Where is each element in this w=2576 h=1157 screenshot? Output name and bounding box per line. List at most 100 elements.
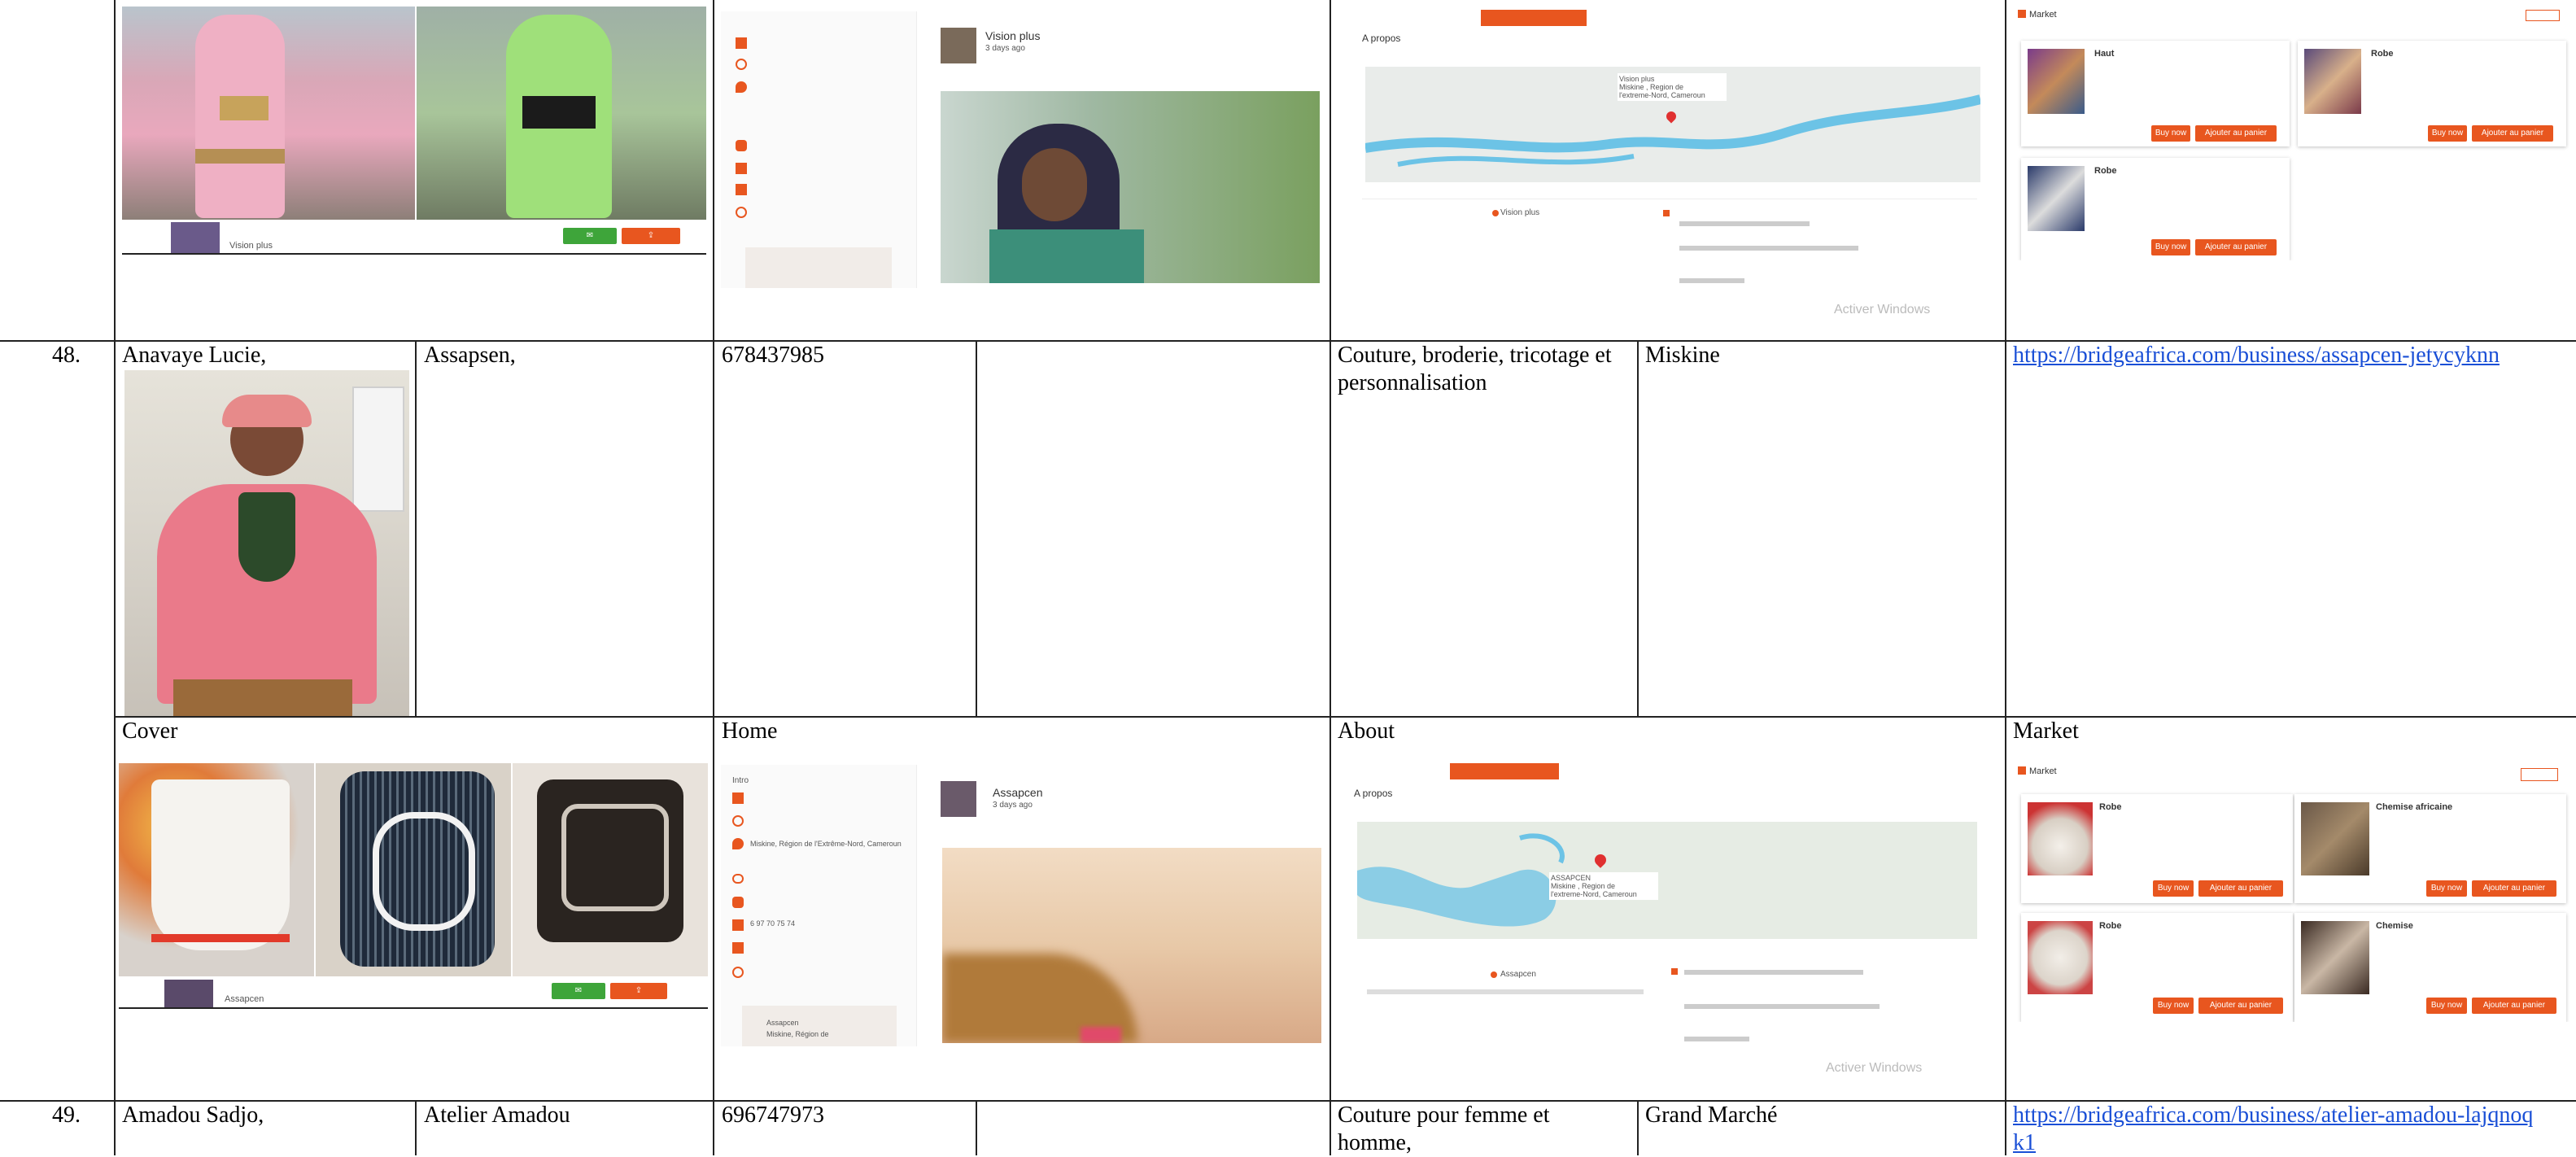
business-name: Assapsen,: [424, 343, 516, 368]
business-link[interactable]: https://bridgeafrica.com/business/assapc…: [2013, 342, 2500, 369]
buy-now-button[interactable]: Buy now: [2153, 880, 2194, 897]
home-post-address: Miskine, Région de: [766, 1030, 829, 1038]
cover-photo-striped-top: [316, 763, 511, 976]
product-name: Robe: [2094, 166, 2117, 176]
home-screenshot-top: Vision plus 3 days ago: [721, 11, 1321, 288]
owner-photo: [124, 370, 409, 716]
home-phone: 6 97 70 75 74: [750, 919, 796, 928]
buy-now-button[interactable]: Buy now: [2151, 125, 2190, 142]
add-to-cart-button[interactable]: Ajouter au panier: [2195, 239, 2277, 255]
pin-icon: [732, 838, 744, 849]
clock-icon: [732, 967, 744, 978]
home-avatar: [941, 781, 976, 817]
tab-about[interactable]: [1450, 763, 1559, 779]
add-to-cart-button[interactable]: Ajouter au panier: [2195, 125, 2277, 142]
cover-page-name: Assapcen: [225, 994, 264, 1004]
buy-now-button[interactable]: Buy now: [2428, 125, 2467, 142]
home-page-name: Vision plus: [985, 29, 1041, 42]
envelope-icon: [736, 37, 747, 49]
about-tabbar: [1362, 763, 1989, 779]
envelope-icon: [732, 792, 744, 804]
cover-label: Cover: [122, 718, 178, 744]
buy-now-button[interactable]: Buy now: [2426, 880, 2467, 897]
home-screenshot-bottom: Intro Miskine, Région de l'Extrême-Nord,…: [721, 765, 1321, 1046]
users-icon: [732, 897, 744, 908]
about-tabbar: [1362, 10, 1989, 26]
product-name: Haut: [2094, 49, 2115, 59]
activity: Couture, broderie, tricotage et personna…: [1338, 343, 1612, 395]
about-name: Vision plus: [1500, 208, 1540, 217]
cover-avatar: [164, 980, 213, 1007]
product-name: Chemise africaine: [2376, 802, 2453, 812]
activate-windows-watermark: Activer Windows: [1826, 1061, 1923, 1075]
map-popup: Vision plus Miskine , Region de l'extrem…: [1618, 73, 1727, 101]
phone-number: 696747973: [722, 1102, 824, 1128]
home-post-name: Assapcen: [766, 1019, 799, 1027]
home-post-photo: [941, 91, 1320, 283]
business-link[interactable]: https://bridgeafrica.com/business/atelie…: [2013, 1102, 2542, 1157]
buy-now-button[interactable]: Buy now: [2153, 998, 2194, 1014]
market-title: Market: [2029, 10, 2057, 20]
row-number: 48.: [52, 343, 81, 368]
product-name: Robe: [2371, 49, 2394, 59]
cover-page-name: Vision plus: [229, 241, 273, 251]
add-to-cart-button[interactable]: Ajouter au panier: [2472, 125, 2553, 142]
home-intro: Intro: [732, 776, 749, 785]
home-post-photo: [942, 848, 1321, 1043]
cover-photo-pink-dress: [122, 7, 415, 220]
product-card-4[interactable]: Chemise Buy now Ajouter au panier: [2294, 913, 2566, 1022]
message-button[interactable]: ✉: [563, 228, 617, 244]
product-card-1[interactable]: Robe Buy now Ajouter au panier: [2021, 794, 2293, 903]
phone-number: 678437985: [722, 343, 824, 368]
product-name: Robe: [2099, 802, 2122, 812]
phone-icon: [732, 919, 744, 931]
cover-avatar: [171, 222, 220, 255]
share-button[interactable]: ⇪: [622, 228, 680, 244]
phone-icon: [736, 163, 747, 174]
share-button[interactable]: ⇪: [610, 983, 667, 999]
market-screenshot-bottom: Market Robe Buy now Ajouter au panier Ch…: [2013, 765, 2569, 1022]
market-title: Market: [2029, 766, 2057, 776]
product-card-2[interactable]: Chemise africaine Buy now Ajouter au pan…: [2294, 794, 2566, 903]
product-name: Robe: [2099, 921, 2122, 931]
market-screenshot-top: Market Haut Buy now Ajouter au panier Ro…: [2013, 8, 2569, 260]
cover-photo-white-skirt: [119, 763, 314, 976]
buy-now-button[interactable]: Buy now: [2151, 239, 2190, 255]
add-to-cart-button[interactable]: Ajouter au panier: [2198, 998, 2283, 1014]
cover-photo-black-top: [513, 763, 708, 976]
cover-screenshot-top: Vision plus ✉ ⇪: [122, 7, 706, 255]
add-to-cart-button[interactable]: Ajouter au panier: [2472, 998, 2556, 1014]
envelope-icon: [736, 184, 747, 195]
buy-now-button[interactable]: Buy now: [2426, 998, 2467, 1014]
about-map[interactable]: ASSAPCEN Miskine , Region de l'extreme-N…: [1357, 822, 1977, 939]
about-name: Assapcen: [1500, 970, 1536, 979]
owner-name: Anavaye Lucie,: [122, 343, 267, 368]
location: Miskine: [1645, 343, 1720, 368]
about-heading: A propos: [1362, 33, 1401, 44]
message-button[interactable]: ✉: [552, 983, 605, 999]
search-icon: [732, 815, 744, 827]
tab-about[interactable]: [1481, 10, 1587, 26]
activate-windows-watermark: Activer Windows: [1834, 303, 1931, 317]
product-card-3[interactable]: Robe Buy now Ajouter au panier: [2021, 158, 2290, 260]
home-avatar: [941, 28, 976, 63]
add-to-cart-button[interactable]: Ajouter au panier: [2198, 880, 2283, 897]
home-address: Miskine, Région de l'Extrême-Nord, Camer…: [750, 840, 902, 848]
about-map[interactable]: Vision plus Miskine , Region de l'extrem…: [1365, 67, 1980, 182]
activity: Couture pour femme et homme,: [1338, 1102, 1550, 1155]
market-label: Market: [2013, 718, 2079, 744]
search-icon: [736, 59, 747, 70]
business-name: Atelier Amadou: [424, 1102, 570, 1128]
about-heading: A propos: [1354, 788, 1393, 799]
product-card-3[interactable]: Robe Buy now Ajouter au panier: [2021, 913, 2293, 1022]
product-card-2[interactable]: Robe Buy now Ajouter au panier: [2298, 41, 2566, 146]
home-page-name: Assapcen: [993, 786, 1043, 799]
home-page-time: 3 days ago: [985, 44, 1025, 53]
product-card-1[interactable]: Haut Buy now Ajouter au panier: [2021, 41, 2290, 146]
cover-screenshot-bottom: Assapcen ✉ ⇪: [119, 763, 708, 1009]
users-icon: [736, 140, 747, 151]
cover-photo-green-dress: [417, 7, 706, 220]
add-to-cart-button[interactable]: Ajouter au panier: [2472, 880, 2556, 897]
home-label: Home: [722, 718, 778, 744]
link-icon: [732, 874, 744, 884]
